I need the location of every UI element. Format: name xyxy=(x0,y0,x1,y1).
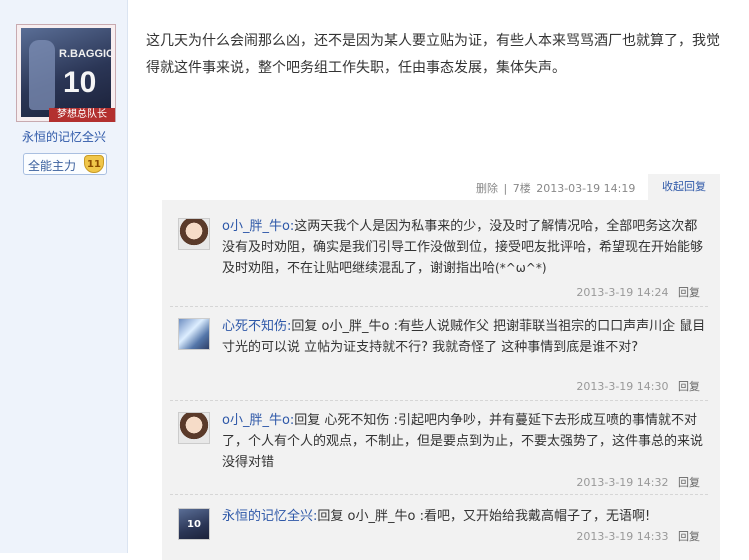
reply-button[interactable]: 回复 xyxy=(678,476,700,489)
reply-meta: 2013-3-19 14:33 回复 xyxy=(576,528,700,544)
floor-number: 7楼 xyxy=(512,182,531,195)
reply-body: 心死不知伤:回复 o小_胖_牛o :有些人说贼作父 把谢菲联当祖宗的口口声声川企… xyxy=(222,316,710,358)
avatar-title-badge: 梦想总队长 xyxy=(49,108,115,122)
reply-time: 2013-3-19 14:24 xyxy=(576,286,669,299)
author-sidebar: R.BAGGIO 10 梦想总队长 永恒的记忆全兴 全能主力 11 xyxy=(0,0,128,553)
reply-username[interactable]: o小_胖_牛o: xyxy=(222,413,294,428)
reply-avatar[interactable] xyxy=(178,218,210,250)
post-content: 这几天为什么会闹那么凶，还不是因为某人要立贴为证，有些人本来骂骂酒厂也就算了，我… xyxy=(146,33,720,76)
level-shield-icon: 11 xyxy=(84,155,104,173)
reply-avatar[interactable] xyxy=(178,412,210,444)
reply-divider xyxy=(170,494,708,495)
reply-panel: o小_胖_牛o:这两天我个人是因为私事来的少，没及时了解情况哈，全部吧务这次都没… xyxy=(162,200,720,560)
level-title: 全能主力 xyxy=(28,159,77,173)
reply-divider xyxy=(170,400,708,401)
post-timestamp: 2013-03-19 14:19 xyxy=(536,182,636,195)
emoji-icon: (*^ω^*) xyxy=(495,261,547,275)
reply-time: 2013-3-19 14:30 xyxy=(576,380,669,393)
author-username[interactable]: 永恒的记忆全兴 xyxy=(0,128,128,145)
delete-link[interactable]: 删除 xyxy=(476,182,498,195)
reply-text: 回复 心死不知伤 :引起吧内争吵，并有蔓延下去形成互喷的事情就不对了，个人有个人… xyxy=(222,413,704,470)
reply-body: 永恒的记忆全兴:回复 o小_胖_牛o :看吧，又开始给我戴高帽子了，无语啊! xyxy=(222,506,710,527)
reply-button[interactable]: 回复 xyxy=(678,286,700,299)
reply-text: 这两天我个人是因为私事来的少，没及时了解情况哈，全部吧务这次都没有及时劝阻，确实… xyxy=(222,219,704,276)
avatar-image: R.BAGGIO 10 xyxy=(21,28,111,117)
reply-meta: 2013-3-19 14:24 回复 xyxy=(576,284,700,300)
reply-username[interactable]: 心死不知伤: xyxy=(222,319,291,334)
reply-body: o小_胖_牛o:回复 心死不知伤 :引起吧内争吵，并有蔓延下去形成互喷的事情就不… xyxy=(222,410,710,473)
author-avatar[interactable]: R.BAGGIO 10 梦想总队长 xyxy=(16,24,116,122)
post-meta: 删除 | 7楼 2013-03-19 14:19 xyxy=(476,180,637,196)
reply-meta: 2013-3-19 14:32 回复 xyxy=(576,474,700,490)
reply-text: 回复 o小_胖_牛o :看吧，又开始给我戴高帽子了，无语啊! xyxy=(317,509,651,524)
reply-time: 2013-3-19 14:33 xyxy=(576,530,669,543)
reply-username[interactable]: o小_胖_牛o: xyxy=(222,219,294,234)
avatar-jersey-number: 10 xyxy=(63,66,97,99)
reply-button[interactable]: 回复 xyxy=(678,530,700,543)
collapse-replies-button[interactable]: 收起回复 xyxy=(648,174,720,200)
reply-text: 回复 o小_胖_牛o :有些人说贼作父 把谢菲联当祖宗的口口声声川企 鼠目寸光的… xyxy=(222,319,706,355)
avatar-player-figure xyxy=(29,40,55,110)
reply-meta: 2013-3-19 14:30 回复 xyxy=(576,378,700,394)
reply-body: o小_胖_牛o:这两天我个人是因为私事来的少，没及时了解情况哈，全部吧务这次都没… xyxy=(222,216,710,279)
reply-divider xyxy=(170,306,708,307)
reply-avatar[interactable] xyxy=(178,318,210,350)
reply-avatar[interactable]: 10 xyxy=(178,508,210,540)
reply-button[interactable]: 回复 xyxy=(678,380,700,393)
avatar-jersey-name: R.BAGGIO xyxy=(59,48,111,60)
reply-username[interactable]: 永恒的记忆全兴: xyxy=(222,509,317,524)
level-tag[interactable]: 全能主力 11 xyxy=(23,153,107,175)
reply-time: 2013-3-19 14:32 xyxy=(576,476,669,489)
meta-divider: | xyxy=(503,182,508,195)
